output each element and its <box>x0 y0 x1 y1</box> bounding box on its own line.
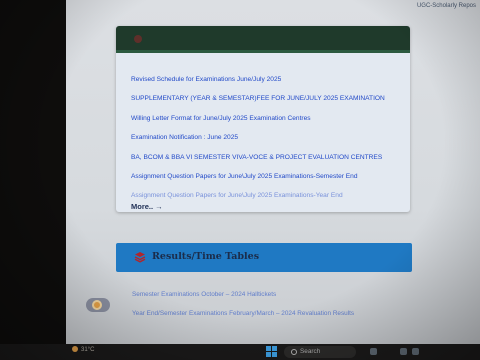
notice-link[interactable]: SUPPLEMENTARY (YEAR & SEMESTAR)FEE FOR J… <box>131 95 410 103</box>
notice-link[interactable]: Revised Schedule for Examinations June/J… <box>131 76 410 84</box>
notices-panel: Revised Schedule for Examinations June/J… <box>116 26 410 212</box>
browser-viewport: UGC-Scholarly Repos Revised Schedule for… <box>66 0 480 344</box>
notice-link[interactable]: Willing Letter Format for June/July 2025… <box>131 115 410 123</box>
notice-link[interactable]: Examination Notification : June 2025 <box>131 134 410 142</box>
notices-header <box>116 26 410 53</box>
header-link[interactable]: UGC-Scholarly Repos <box>417 3 476 9</box>
notice-link[interactable]: Assignment Question Papers for June\July… <box>131 173 410 181</box>
arrow-right-icon: → <box>155 202 163 211</box>
notice-link[interactable]: Assignment Question Papers for June\July… <box>131 192 410 200</box>
more-label: More.. <box>131 202 154 211</box>
notice-link[interactable]: BA, BCOM & BBA VI SEMESTER VIVA-VOCE & P… <box>131 154 410 162</box>
tray-icon[interactable] <box>400 348 407 355</box>
results-title: Results/Time Tables <box>152 251 260 262</box>
layers-icon <box>134 252 146 263</box>
tray-icon[interactable] <box>370 348 377 355</box>
result-link[interactable]: Year End/Semester Examinations February/… <box>132 309 382 318</box>
search-icon <box>291 349 297 355</box>
weather-temp: 31°C <box>81 347 95 353</box>
results-list: Semester Examinations October – 2024 Hal… <box>132 290 382 318</box>
tray-icon[interactable] <box>412 348 419 355</box>
sun-icon <box>72 346 78 352</box>
notices-list: Revised Schedule for Examinations June/J… <box>116 53 410 200</box>
search-label: Search <box>300 348 321 355</box>
toggle-knob <box>92 300 102 310</box>
floating-widget-toggle[interactable] <box>86 298 110 312</box>
results-banner: Results/Time Tables <box>116 243 412 272</box>
more-link[interactable]: More.. → <box>131 202 163 211</box>
weather-widget[interactable]: 31°C <box>72 346 94 353</box>
taskbar-search[interactable]: Search <box>284 346 356 358</box>
result-link[interactable]: Semester Examinations October – 2024 Hal… <box>132 290 382 299</box>
taskbar: 31°C Search <box>0 344 480 360</box>
windows-start-icon[interactable] <box>266 346 277 357</box>
notices-header-icon <box>134 35 142 43</box>
